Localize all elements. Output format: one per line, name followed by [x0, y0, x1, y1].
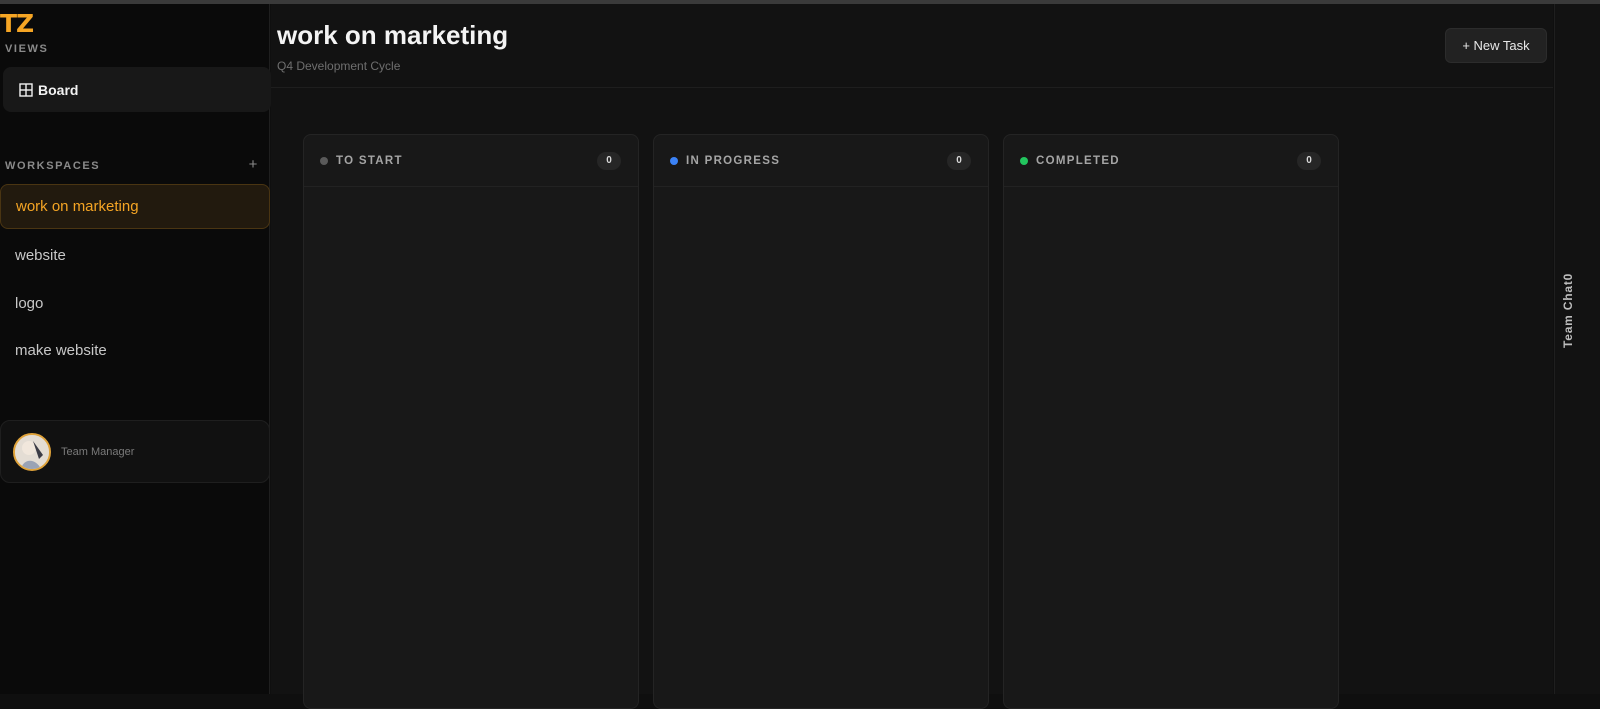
add-workspace-button[interactable]: +: [246, 156, 260, 174]
column-count-badge: 0: [1297, 152, 1321, 170]
view-item-label: Board: [38, 81, 79, 98]
workspace-item-label: make website: [15, 342, 107, 359]
column-header: TO START 0: [304, 135, 638, 187]
workspace-item-make-website[interactable]: make website: [0, 328, 270, 373]
column-title: IN PROGRESS: [686, 155, 781, 167]
team-chat-toggle[interactable]: Team Chat0: [1561, 273, 1577, 348]
status-dot: [320, 157, 328, 165]
grid-icon: [19, 82, 33, 97]
workspace-item-website[interactable]: website: [0, 233, 270, 278]
team-chat-rail[interactable]: Team Chat0: [1554, 4, 1600, 694]
board-column-completed[interactable]: COMPLETED 0: [1003, 134, 1339, 709]
view-item-board[interactable]: Board: [3, 67, 271, 112]
workspace-item-label: logo: [15, 295, 44, 312]
sidebar: TZ VIEWS Board WORKSPACES + work on mark…: [0, 4, 271, 694]
workspace-item-label: website: [15, 247, 66, 264]
workspace-item-logo[interactable]: logo: [0, 281, 270, 326]
board-column-to-start[interactable]: TO START 0: [303, 134, 639, 709]
page-subtitle: Q4 Development Cycle: [277, 59, 401, 73]
page-header: work on marketing Q4 Development Cycle +…: [271, 4, 1553, 88]
workspace-item-work-on-marketing[interactable]: work on marketing: [0, 184, 270, 229]
column-title: COMPLETED: [1036, 155, 1120, 167]
views-section-label: VIEWS: [5, 43, 49, 55]
status-dot: [1020, 157, 1028, 165]
column-count-badge: 0: [947, 152, 971, 170]
workspaces-section-label: WORKSPACES: [5, 160, 101, 172]
main-content: work on marketing Q4 Development Cycle +…: [271, 4, 1553, 709]
status-dot: [670, 157, 678, 165]
user-role: Team Manager: [61, 445, 135, 458]
column-header: IN PROGRESS 0: [654, 135, 988, 187]
board-column-in-progress[interactable]: IN PROGRESS 0: [653, 134, 989, 709]
column-title: TO START: [336, 155, 403, 167]
new-task-button[interactable]: + New Task: [1445, 28, 1547, 63]
column-count-badge: 0: [597, 152, 621, 170]
app: TZ VIEWS Board WORKSPACES + work on mark…: [0, 4, 1600, 709]
column-header: COMPLETED 0: [1004, 135, 1338, 187]
page-title: work on marketing: [277, 20, 509, 50]
workspace-item-label: work on marketing: [16, 198, 139, 215]
avatar[interactable]: [13, 432, 51, 471]
user-card[interactable]: Team Manager: [0, 420, 270, 483]
app-logo[interactable]: TZ: [0, 10, 34, 38]
